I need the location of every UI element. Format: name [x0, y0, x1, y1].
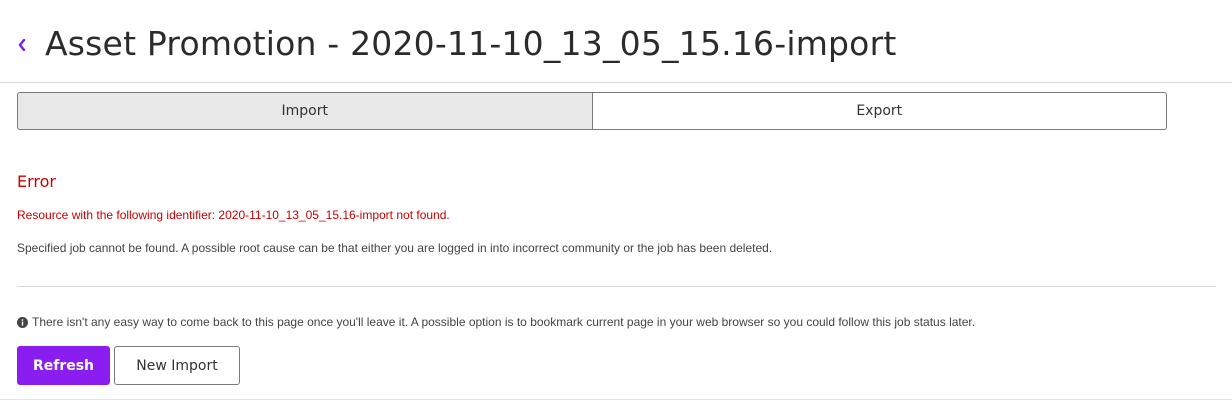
info-notice: There isn't any easy way to come back to…: [17, 314, 975, 330]
tab-import[interactable]: Import: [17, 92, 593, 130]
info-divider: [17, 286, 1216, 287]
bottom-divider: [0, 399, 1232, 400]
action-buttons: Refresh New Import: [17, 346, 240, 385]
error-heading: Error: [17, 172, 56, 191]
tab-export[interactable]: Export: [592, 92, 1167, 130]
info-icon: [17, 316, 28, 328]
page-title: Asset Promotion - 2020-11-10_13_05_15.16…: [45, 24, 897, 63]
refresh-button[interactable]: Refresh: [17, 346, 110, 385]
error-detail: Specified job cannot be found. A possibl…: [17, 241, 773, 255]
chevron-left-icon[interactable]: [17, 29, 31, 59]
page-header: Asset Promotion - 2020-11-10_13_05_15.16…: [17, 14, 896, 74]
title-divider: [0, 82, 1232, 83]
info-text: There isn't any easy way to come back to…: [32, 315, 976, 329]
page: Asset Promotion - 2020-11-10_13_05_15.16…: [0, 0, 1232, 410]
mode-tabs: Import Export: [17, 92, 1167, 130]
error-message: Resource with the following identifier: …: [17, 208, 450, 222]
new-import-button[interactable]: New Import: [114, 346, 240, 385]
